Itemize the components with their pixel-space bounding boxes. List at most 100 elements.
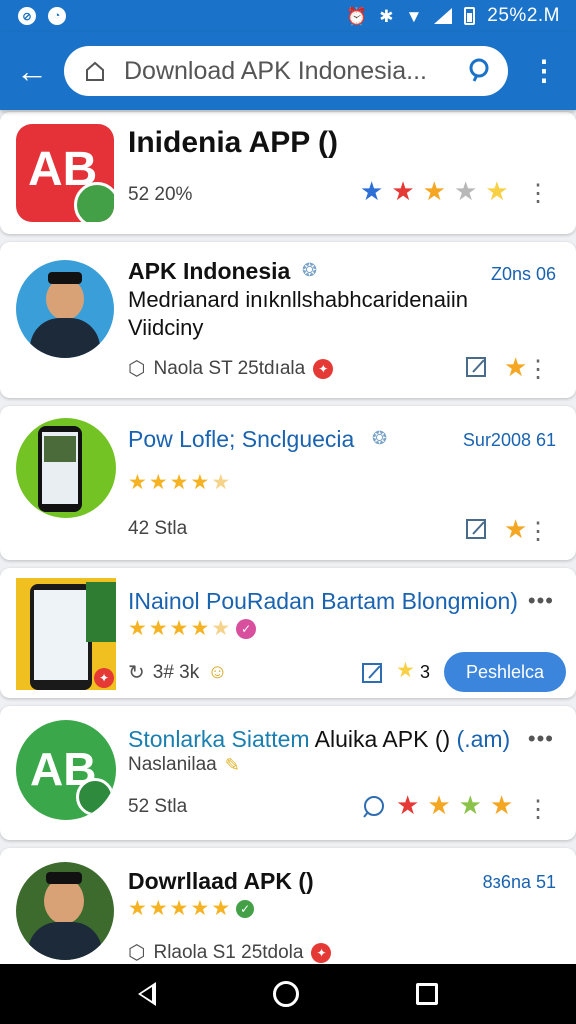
app-title[interactable]: Inidenia APP ()	[128, 126, 338, 160]
nav-home-icon[interactable]	[272, 981, 299, 1007]
app-title[interactable]: INainol PouRadan Bartam Blongmion)	[128, 588, 518, 615]
app-title[interactable]: APK Indonesia	[128, 258, 290, 285]
verified-icon: ❂	[302, 260, 318, 280]
star-icon: ★	[169, 617, 189, 640]
star-icon: ★	[148, 897, 168, 920]
favorite-count: 3	[420, 662, 431, 682]
star-icon: ★	[489, 790, 514, 820]
rating-stars: ★ ★ ★ ★ ★ ✓	[128, 897, 255, 920]
rating-stars: ★ ★ ★ ★	[396, 792, 513, 818]
app-title-part: (.am)	[456, 726, 511, 752]
app-size: 52 20%	[128, 184, 193, 205]
emoji-icon: ☺	[207, 661, 228, 683]
arrow-left-icon: ←	[16, 52, 48, 89]
app-category: Naslanilaa ✎	[128, 754, 240, 776]
app-meta: 8з6nа 51	[482, 872, 556, 892]
box-icon: ⬡	[128, 942, 146, 964]
star-icon: ★	[360, 176, 384, 206]
star-icon: ★	[427, 790, 451, 820]
wifi-icon: ▼	[405, 6, 423, 26]
app-size: 42 Stla	[128, 518, 188, 539]
badge-icon: ✦	[311, 942, 332, 963]
star-icon: ★	[169, 471, 189, 494]
app-icon: AB	[16, 124, 114, 222]
back-button[interactable]: ←	[12, 51, 52, 91]
app-developer: ⬡ Rlaola S1 25tdola ✦	[128, 940, 332, 965]
navigation-bar	[0, 964, 576, 1024]
star-icon: ★	[148, 471, 168, 494]
app-card[interactable]: APK Indonesia ❂ Z0ns 06 Medrianard inıkn…	[0, 242, 576, 398]
favorite-star-icon[interactable]: ★	[504, 516, 527, 542]
app-developer-text: Rlaola S1 25tdola	[153, 941, 304, 963]
app-meta: Sur2008 61	[462, 430, 556, 450]
app-screenshot: ✦	[16, 578, 116, 690]
more-options-icon[interactable]: •••	[528, 588, 554, 614]
app-icon	[16, 418, 116, 518]
overflow-menu-button[interactable]: ⋮	[530, 57, 558, 85]
star-icon: ★	[169, 897, 189, 920]
star-icon: ★	[128, 617, 147, 640]
app-card[interactable]: AB Inidenia APP () 52 20% ★ ★ ★ ★ ★ ⋮	[0, 112, 576, 234]
app-icon: AB	[16, 720, 116, 820]
app-bar: ← Download APK Indonesia... ⋮	[0, 32, 576, 110]
rating-stars: ★ ★ ★ ★ ★	[128, 472, 230, 493]
app-meta: Z0ns 06	[490, 264, 556, 284]
refresh-icon: ↻	[128, 662, 145, 684]
app-avatar	[16, 260, 114, 358]
clock-icon: ◔	[48, 7, 66, 25]
share-icon[interactable]	[360, 660, 386, 686]
app-title[interactable]: Pow Lofle; Snclguecia	[128, 426, 354, 453]
search-icon[interactable]	[466, 57, 494, 85]
more-options-icon[interactable]: ⋮	[526, 182, 550, 206]
star-half-icon: ★	[211, 617, 231, 640]
star-icon: ★	[190, 617, 210, 640]
nav-back-icon[interactable]	[138, 982, 157, 1006]
pencil-icon: ✎	[224, 754, 240, 775]
home-icon	[86, 61, 104, 81]
search-bar[interactable]: Download APK Indonesia...	[64, 46, 508, 96]
share-icon[interactable]	[464, 516, 490, 542]
app-stats-text: 3# 3k	[152, 661, 200, 683]
status-time: 25%2.M	[487, 5, 560, 26]
badge-icon: ✓	[236, 899, 255, 918]
rating-stars: ★ ★ ★ ★ ★ ✓	[128, 617, 257, 640]
app-size: 52 Stla	[128, 796, 188, 817]
star-icon: ★	[190, 471, 210, 494]
rating-stars: ★ ★ ★ ★ ★	[360, 178, 509, 204]
app-title-part: Stonlarka Siattem	[128, 726, 310, 752]
app-card[interactable]: ✦ INainol PouRadan Bartam Blongmion) •••…	[0, 568, 576, 698]
app-title[interactable]: Stonlarka Siattem Aluika APK () (.am)	[128, 726, 510, 753]
star-icon: ★	[211, 897, 231, 920]
nav-recents-icon[interactable]	[415, 983, 438, 1005]
star-icon: ★	[485, 176, 509, 206]
chat-icon[interactable]	[360, 794, 386, 820]
verified-icon: ❂	[372, 428, 388, 448]
app-card[interactable]: AB Stonlarka Siattem Aluika APK () (.am)…	[0, 706, 576, 840]
app-category-text: Naslanilaa	[128, 754, 217, 775]
star-icon: ★	[396, 790, 420, 820]
bluetooth-icon: ✱	[379, 6, 394, 26]
app-stats: ↻ 3# 3k ☺	[128, 660, 228, 685]
app-card[interactable]: Pow Lofle; Snclguecia ❂ Sur2008 61 ★ ★ ★…	[0, 406, 576, 560]
app-description: Medrianard inıknllshabhcaridenaiin Viidc…	[128, 287, 468, 340]
more-options-icon[interactable]: ⋮	[526, 358, 550, 382]
star-icon: ★	[453, 176, 478, 206]
battery-icon	[464, 7, 476, 25]
install-button[interactable]: Peshlelca	[444, 652, 566, 692]
app-developer: ⬡ Naola ST 25tdıala ✦	[128, 356, 334, 381]
star-icon: ★	[190, 897, 210, 920]
app-title-part: Aluika APK ()	[314, 726, 451, 752]
app-title[interactable]: Dowrllaad APK ()	[128, 868, 314, 895]
badge-icon: ✓	[236, 618, 257, 639]
search-input[interactable]: Download APK Indonesia...	[124, 57, 448, 86]
app-developer-text: Naola ST 25tdıala	[153, 357, 306, 379]
share-icon[interactable]	[464, 354, 490, 380]
star-icon: ★	[391, 176, 415, 206]
more-options-icon[interactable]: ⋮	[526, 798, 550, 822]
star-icon: ★	[458, 790, 482, 820]
favorite-star-icon[interactable]: ★	[396, 660, 415, 681]
signal-icon	[434, 8, 453, 24]
favorite-star-icon[interactable]: ★	[504, 354, 527, 380]
more-options-icon[interactable]: ⋮	[526, 520, 550, 544]
more-options-icon[interactable]: •••	[528, 726, 554, 752]
